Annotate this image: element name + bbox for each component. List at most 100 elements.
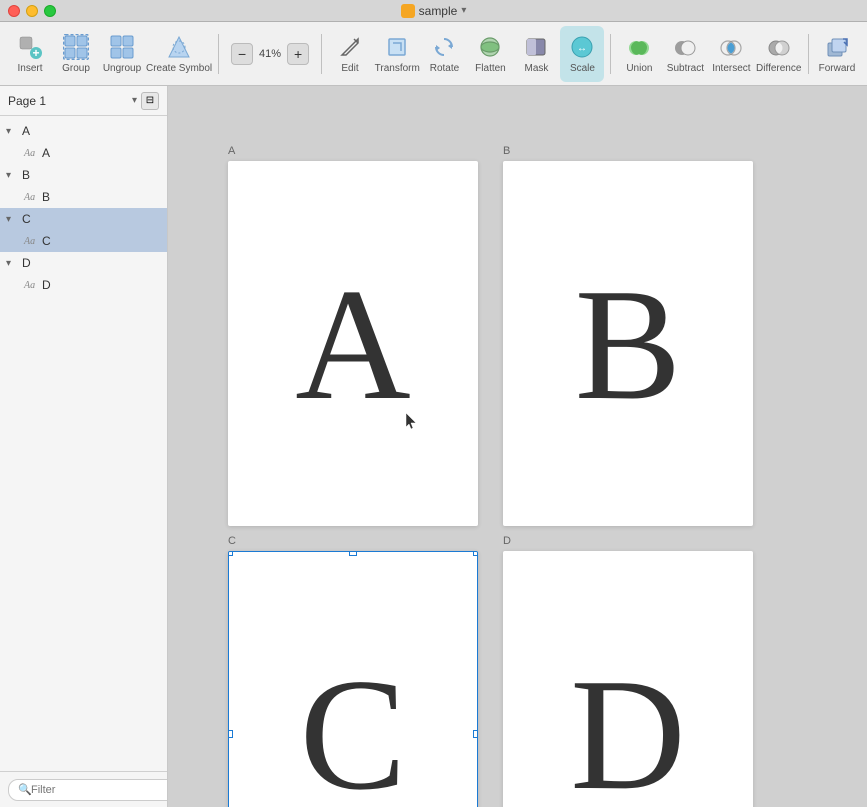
zoom-level: 41% <box>255 48 285 60</box>
forward-label: Forward <box>819 63 856 74</box>
layer-item-label-A: A <box>42 146 50 160</box>
maximize-button[interactable] <box>44 5 56 17</box>
layer-group-D: ▾ D Aa D <box>0 252 167 296</box>
zoom-in-button[interactable]: + <box>287 43 309 65</box>
mask-tool[interactable]: Mask <box>514 26 558 82</box>
page-selector-label: Page 1 <box>8 94 128 108</box>
title-arrow[interactable]: ▾ <box>461 5 466 16</box>
edit-tool[interactable]: Edit <box>328 26 372 82</box>
layer-group-header-D[interactable]: ▾ D <box>0 252 167 274</box>
union-label: Union <box>626 63 652 74</box>
layer-item-label-C: C <box>42 234 51 248</box>
layer-item-D[interactable]: Aa D <box>0 274 167 296</box>
page-selector[interactable]: Page 1 ▾ ⊟ <box>0 86 167 116</box>
artboard-letter-D: D <box>570 654 686 807</box>
layer-group-B: ▾ B Aa B <box>0 164 167 208</box>
artboard-letter-C: C <box>300 654 407 807</box>
minimize-button[interactable] <box>26 5 38 17</box>
layer-group-header-B[interactable]: ▾ B <box>0 164 167 186</box>
artboard-D[interactable]: D D <box>503 551 753 807</box>
layer-group-header-C[interactable]: ▾ C <box>0 208 167 230</box>
page-collapse-button[interactable]: ⊟ <box>141 92 159 110</box>
difference-icon <box>765 33 793 61</box>
handle-ml-C[interactable] <box>228 730 233 738</box>
layer-group-name-B: B <box>22 168 30 182</box>
handle-mr-C[interactable] <box>473 730 478 738</box>
toolbar: + Insert Group Ungroup <box>0 22 867 86</box>
handle-tm-C[interactable] <box>349 551 357 556</box>
layer-arrow-B: ▾ <box>6 170 18 181</box>
group-label: Group <box>62 63 90 74</box>
scale-tool[interactable]: ↔ Scale <box>560 26 604 82</box>
create-symbol-tool[interactable]: Create Symbol <box>146 26 212 82</box>
flatten-tool[interactable]: Flatten <box>468 26 512 82</box>
toolbar-divider-1 <box>218 34 219 74</box>
edit-icon <box>336 33 364 61</box>
transform-icon <box>383 33 411 61</box>
rotate-label: Rotate <box>430 63 459 74</box>
group-tool[interactable]: Group <box>54 26 98 82</box>
difference-label: Difference <box>756 63 801 74</box>
layer-item-A[interactable]: Aa A <box>0 142 167 164</box>
forward-tool[interactable]: Forward <box>815 26 859 82</box>
scale-label: Scale <box>570 63 595 74</box>
canvas-area[interactable]: A A B B C <box>168 86 867 807</box>
svg-text:↔: ↔ <box>577 43 587 54</box>
forward-icon <box>823 33 851 61</box>
layer-type-icon-D: Aa <box>24 280 38 291</box>
union-tool[interactable]: Union <box>617 26 661 82</box>
create-symbol-icon <box>165 33 193 61</box>
toolbar-divider-4 <box>808 34 809 74</box>
sidebar-bottom: 🔍 ✏️0 <box>0 771 167 807</box>
page-selector-arrow: ▾ <box>132 95 137 106</box>
sidebar: Page 1 ▾ ⊟ ▾ A Aa A ▾ B <box>0 86 168 807</box>
group-icon <box>62 33 90 61</box>
transform-label: Transform <box>375 63 420 74</box>
layer-item-B[interactable]: Aa B <box>0 186 167 208</box>
toolbar-divider-3 <box>610 34 611 74</box>
edit-label: Edit <box>341 63 358 74</box>
layer-item-C[interactable]: Aa C <box>0 230 167 252</box>
artboard-letter-A: A <box>295 264 411 424</box>
artboard-canvas-C: C <box>228 551 478 807</box>
rotate-tool[interactable]: Rotate <box>422 26 466 82</box>
close-button[interactable] <box>8 5 20 17</box>
window-controls[interactable] <box>8 5 56 17</box>
filter-input[interactable] <box>8 779 168 801</box>
create-symbol-label: Create Symbol <box>146 63 212 74</box>
artboard-C[interactable]: C C <box>228 551 478 807</box>
handle-tr-C[interactable] <box>473 551 478 556</box>
artboard-label-A: A <box>228 145 235 157</box>
layer-item-label-B: B <box>42 190 50 204</box>
ungroup-icon <box>108 33 136 61</box>
layer-arrow-C: ▾ <box>6 214 18 225</box>
title-text: sample <box>419 4 458 18</box>
transform-tool[interactable]: Transform <box>374 26 420 82</box>
layer-arrow-D: ▾ <box>6 258 18 269</box>
artboard-B[interactable]: B B <box>503 161 753 526</box>
layer-group-header-A[interactable]: ▾ A <box>0 120 167 142</box>
artboard-canvas-A: A <box>228 161 478 526</box>
difference-tool[interactable]: Difference <box>755 26 802 82</box>
zoom-controls: − 41% + <box>225 43 315 65</box>
union-icon <box>625 33 653 61</box>
layer-type-icon-C: Aa <box>24 236 38 247</box>
app-icon <box>401 4 415 18</box>
insert-label: Insert <box>17 63 42 74</box>
subtract-tool[interactable]: Subtract <box>663 26 707 82</box>
layer-group-name-C: C <box>22 212 31 226</box>
rotate-icon <box>430 33 458 61</box>
flatten-label: Flatten <box>475 63 506 74</box>
mask-icon <box>522 33 550 61</box>
ungroup-tool[interactable]: Ungroup <box>100 26 144 82</box>
layer-type-icon-A: Aa <box>24 148 38 159</box>
insert-tool[interactable]: + Insert <box>8 26 52 82</box>
scale-icon: ↔ <box>568 33 596 61</box>
handle-tl-C[interactable] <box>228 551 233 556</box>
artboard-A[interactable]: A A <box>228 161 478 526</box>
intersect-tool[interactable]: Intersect <box>709 26 753 82</box>
zoom-out-button[interactable]: − <box>231 43 253 65</box>
layers-panel: ▾ A Aa A ▾ B Aa B <box>0 116 167 771</box>
ungroup-label: Ungroup <box>103 63 141 74</box>
window-title: sample ▾ <box>401 4 467 18</box>
